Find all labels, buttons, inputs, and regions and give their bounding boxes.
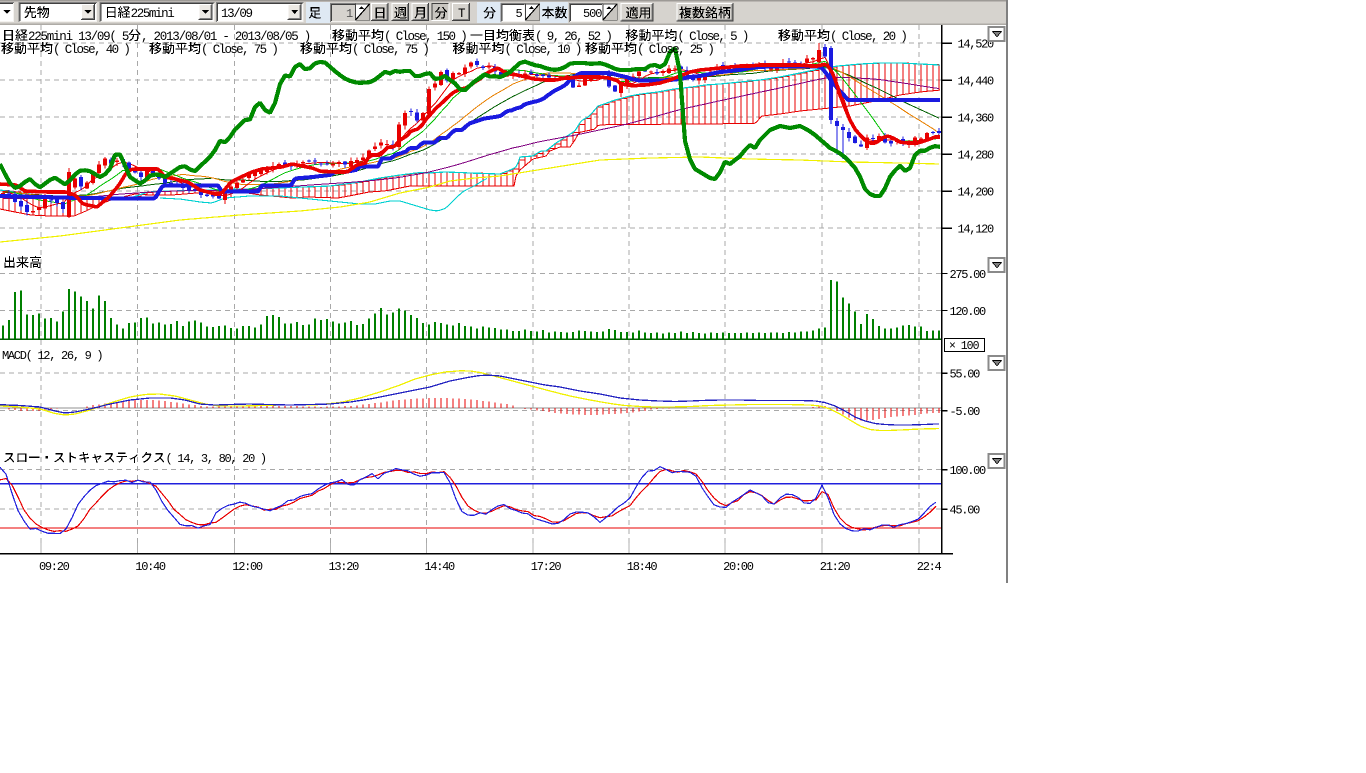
svg-text:( 9, 26, 52 ): ( 9, 26, 52 ) <box>535 30 611 44</box>
svg-text:14,440: 14,440 <box>958 75 995 89</box>
svg-text:( Close, 40 ): ( Close, 40 ) <box>53 43 129 57</box>
svg-text:( Close, 25 ): ( Close, 25 ) <box>637 43 713 57</box>
svg-text:120.00: 120.00 <box>950 305 987 319</box>
svg-text:225mini: 225mini <box>131 7 175 21</box>
svg-text:17:20: 17:20 <box>531 560 562 574</box>
svg-text:MACD( 12, 26, 9 ): MACD( 12, 26, 9 ) <box>2 349 102 363</box>
svg-text:1: 1 <box>346 7 353 21</box>
svg-text:14,120: 14,120 <box>958 223 995 237</box>
svg-text:45.00: 45.00 <box>950 504 981 518</box>
svg-text:14,280: 14,280 <box>958 149 995 163</box>
svg-text:14,200: 14,200 <box>958 186 995 200</box>
svg-text:-5.00: -5.00 <box>950 405 981 419</box>
svg-text:275.00: 275.00 <box>950 268 987 282</box>
svg-text:( 14, 3, 80, 20 ): ( 14, 3, 80, 20 ) <box>166 452 266 466</box>
svg-text:100.00: 100.00 <box>950 464 987 478</box>
svg-text:21:20: 21:20 <box>820 560 851 574</box>
svg-text:5: 5 <box>516 7 523 21</box>
svg-text:( Close, 75 ): ( Close, 75 ) <box>201 43 277 57</box>
svg-text:( Close, 150 ): ( Close, 150 ) <box>384 30 466 44</box>
svg-text:10:40: 10:40 <box>135 560 166 574</box>
svg-text:14:40: 14:40 <box>424 560 455 574</box>
svg-text:14,360: 14,360 <box>958 112 995 126</box>
svg-text:13:20: 13:20 <box>329 560 360 574</box>
svg-text:09:20: 09:20 <box>39 560 70 574</box>
svg-text:22:4: 22:4 <box>917 560 942 574</box>
svg-text:13/09: 13/09 <box>221 7 252 21</box>
svg-text:, 2013/08/01 - 2013/08/05 ): , 2013/08/01 - 2013/08/05 ) <box>141 30 310 44</box>
svg-text:18:40: 18:40 <box>627 560 658 574</box>
svg-text:( Close, 75 ): ( Close, 75 ) <box>352 43 428 57</box>
svg-text:( Close, 20 ): ( Close, 20 ) <box>830 30 906 44</box>
svg-text:55.00: 55.00 <box>950 368 981 382</box>
svg-text:( Close, 5 ): ( Close, 5 ) <box>677 30 747 44</box>
svg-text:( Close, 10 ): ( Close, 10 ) <box>505 43 581 57</box>
svg-text:× 100: × 100 <box>949 340 980 353</box>
svg-text:225mini 13/09( 5: 225mini 13/09( 5 <box>28 30 129 44</box>
svg-text:12:00: 12:00 <box>232 560 263 574</box>
svg-text:500: 500 <box>583 7 602 21</box>
svg-text:20:00: 20:00 <box>723 560 754 574</box>
